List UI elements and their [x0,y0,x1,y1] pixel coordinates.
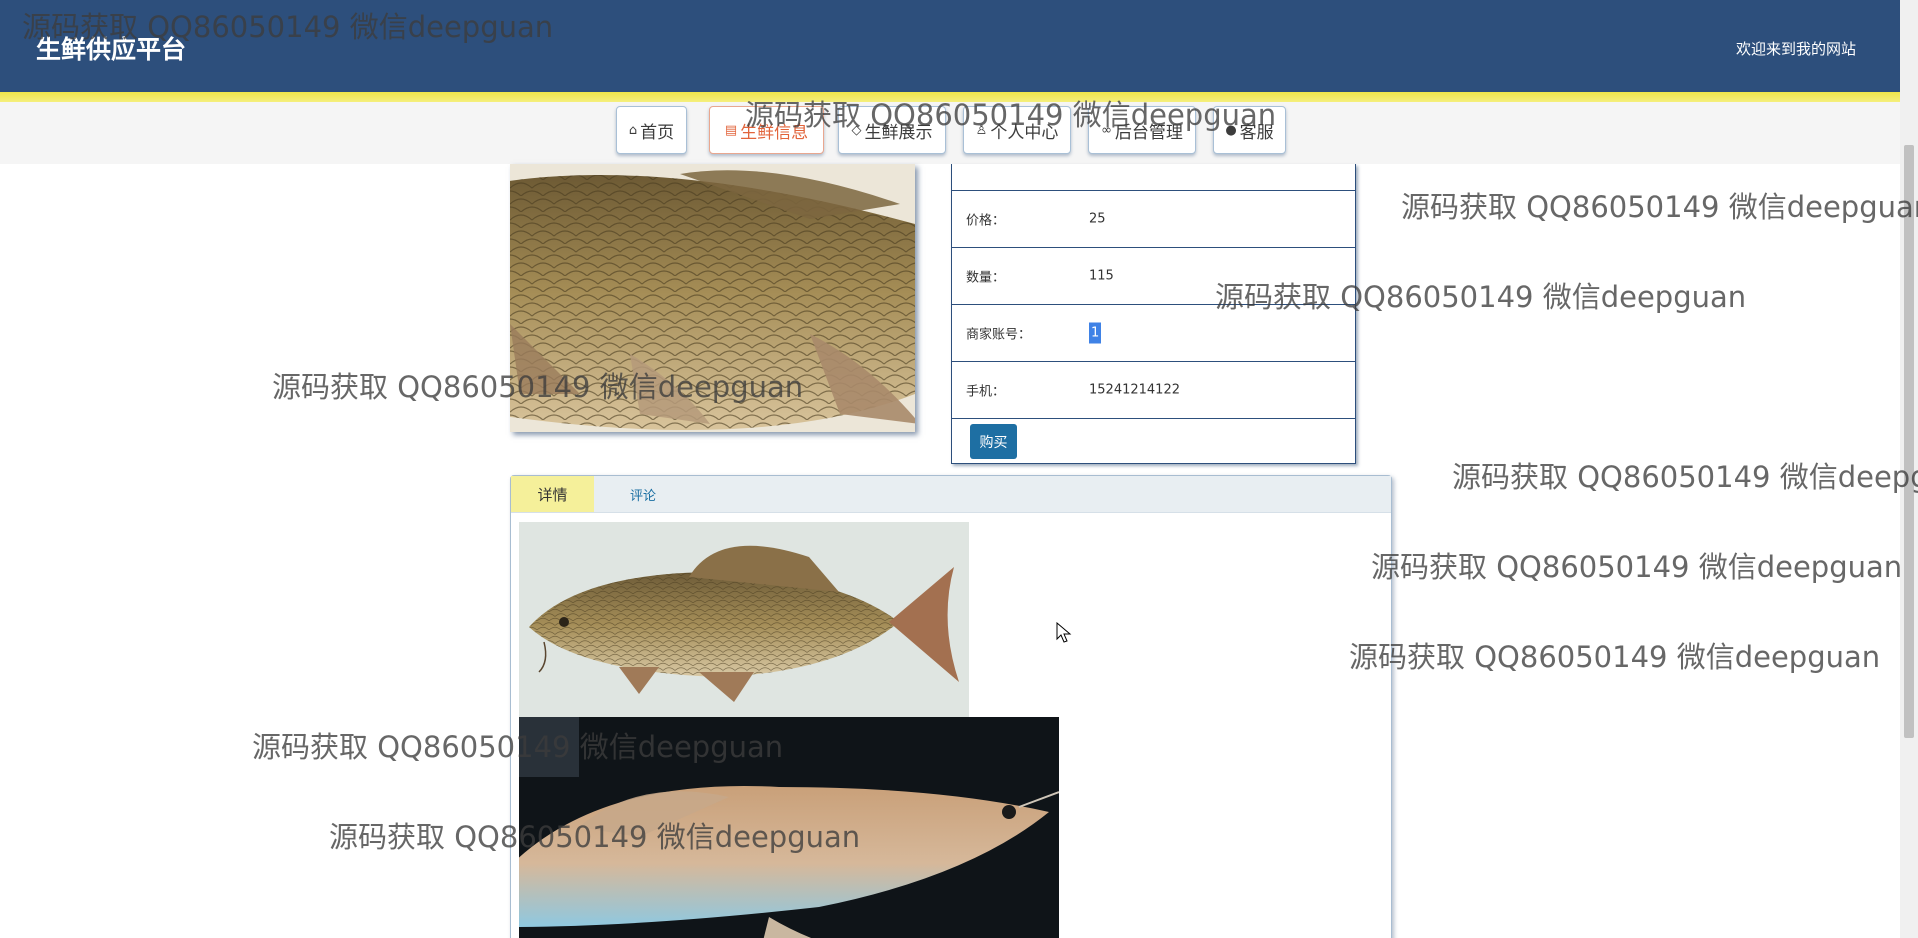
page-scrollbar[interactable] [1900,0,1918,938]
document-icon: ▤ [724,122,738,138]
info-row-partial [952,164,1355,191]
link-icon: ∞ [1101,122,1112,138]
tab-detail[interactable]: 详情 [511,476,594,512]
phone-label: 手机： [966,384,1006,400]
product-image [510,164,915,432]
merchant-value[interactable]: 1 [1089,322,1102,344]
page: 生鲜供应平台 欢迎来到我的网站 ⌂ 首页 ▤ 生鲜信息 ◇ 生鲜展示 ♙ 个人中… [0,0,1918,938]
product-info-table: 价格： 25 数量： 115 商家账号： 1 手机： 15241214122 购… [951,164,1356,464]
nav-item-label: 后台管理 [1114,122,1183,143]
detail-image-carp [519,522,969,717]
tab-comment[interactable]: 评论 [594,476,692,512]
watermark: 源码获取 QQ86050149 微信deepguan [1371,550,1903,584]
detail-tabs-panel: 详情 评论 [510,475,1392,938]
nav-bar [0,102,1900,164]
quantity-label: 数量： [966,270,1006,286]
nav-item-label: 生鲜展示 [864,122,933,143]
nav-item-fresh-display[interactable]: ◇ 生鲜展示 [838,106,946,154]
nav-item-label: 首页 [640,122,675,143]
detail-image-arowana [519,717,1059,938]
quantity-value: 115 [1089,268,1114,284]
site-title[interactable]: 生鲜供应平台 [36,30,186,66]
watermark: 源码获取 QQ86050149 微信deepguan [1349,640,1881,674]
tab-bar: 详情 评论 [511,476,1391,513]
header-bar: 生鲜供应平台 欢迎来到我的网站 [0,0,1900,92]
watermark: 源码获取 QQ86050149 微信deepguan [1452,460,1918,494]
nav-item-home[interactable]: ⌂ 首页 [616,106,687,154]
tag-icon: ◇ [851,122,862,138]
welcome-text: 欢迎来到我的网站 [1735,40,1856,58]
arowana-photo [519,717,1059,938]
watermark: 源码获取 QQ86050149 微信deepguan [1401,190,1918,224]
merchant-label: 商家账号： [966,327,1032,343]
nav-item-label: 生鲜信息 [740,122,809,143]
info-row-price: 价格： 25 [952,191,1355,248]
header-accent-stripe [0,92,1900,102]
price-label: 价格： [966,213,1006,229]
nav-item-admin[interactable]: ∞ 后台管理 [1088,106,1196,154]
mouse-cursor-icon [1056,622,1072,643]
nav-item-personal-center[interactable]: ♙ 个人中心 [963,106,1071,154]
nav-item-fresh-info[interactable]: ▤ 生鲜信息 [709,106,824,154]
home-icon: ⌂ [628,122,638,138]
info-row-merchant: 商家账号： 1 [952,305,1355,362]
nav-item-label: 个人中心 [990,122,1059,143]
nav-item-customer-service[interactable]: ● 客服 [1213,106,1286,154]
carp-illustration [519,522,969,717]
scroll-thumb[interactable] [1904,145,1914,738]
carp-image [510,164,915,432]
user-icon: ♙ [975,122,988,138]
price-value: 25 [1089,211,1106,227]
chat-icon: ● [1225,122,1237,138]
nav-item-label: 客服 [1239,122,1274,143]
info-row-phone: 手机： 15241214122 [952,362,1355,419]
phone-value: 15241214122 [1089,382,1180,398]
info-row-quantity: 数量： 115 [952,248,1355,305]
buy-button[interactable]: 购买 [970,424,1017,459]
